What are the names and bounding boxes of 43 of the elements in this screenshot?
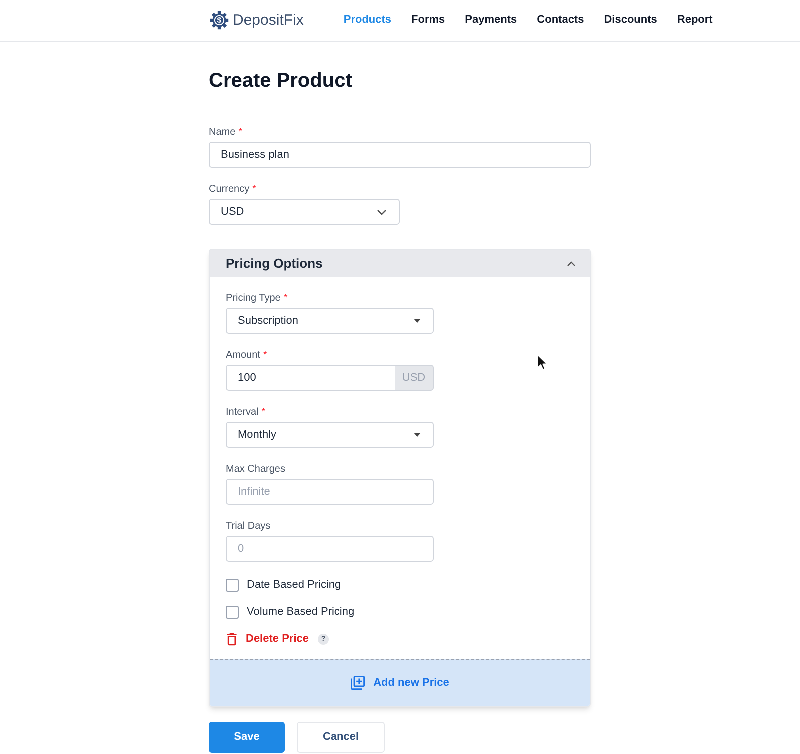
nav-link[interactable]: Forms	[412, 15, 446, 26]
nav-link[interactable]: Report	[677, 15, 713, 26]
logo-text: DepositFix	[233, 13, 304, 28]
text-input[interactable]: 0	[226, 536, 434, 562]
caret-down-icon	[414, 319, 421, 323]
caret-down-icon	[414, 433, 421, 437]
cancel-button[interactable]: Cancel	[297, 722, 385, 753]
field-label: Interval	[226, 407, 259, 419]
card-title: Pricing Options	[226, 257, 323, 270]
add-copy-icon	[350, 676, 365, 690]
text-input[interactable]: Business plan	[209, 142, 591, 168]
text-input[interactable]: Infinite	[226, 479, 434, 505]
trash-icon	[226, 633, 238, 646]
checkbox-label: Volume Based Pricing	[247, 607, 355, 618]
mouse-pointer-icon	[537, 354, 548, 371]
required-mark: *	[262, 407, 266, 419]
select-field[interactable]: USD	[209, 199, 400, 225]
required-mark: *	[252, 184, 256, 196]
page-title: Create Product	[209, 71, 354, 91]
nav-link[interactable]: Payments	[465, 15, 518, 26]
required-mark: *	[284, 293, 288, 305]
required-mark: *	[238, 127, 243, 139]
nav-link[interactable]: Contacts	[537, 15, 584, 26]
field-label: Max Charges	[226, 464, 286, 476]
checkbox[interactable]	[226, 606, 239, 619]
required-mark: *	[263, 350, 268, 362]
field-label: Name	[209, 127, 236, 139]
select-field[interactable]: Monthly	[226, 422, 434, 448]
nav-link[interactable]: Discounts	[604, 15, 658, 26]
select-field[interactable]: Subscription	[226, 308, 434, 334]
field-label: Amount	[226, 350, 260, 362]
delete-price-button[interactable]: Delete Price	[226, 633, 309, 646]
field-label: Currency	[209, 184, 250, 196]
save-button[interactable]: Save	[209, 722, 285, 753]
checkbox[interactable]	[226, 579, 239, 592]
logo-badge: $	[210, 11, 229, 30]
chevron-up-icon[interactable]	[567, 260, 576, 266]
field-label: Trial Days	[226, 521, 271, 533]
field-label: Pricing Type	[226, 293, 281, 305]
nav-link[interactable]: Products	[344, 15, 392, 26]
checkbox-label: Date Based Pricing	[247, 580, 342, 591]
chevron-down-icon	[377, 208, 387, 216]
add-price-button[interactable]: Add new Price	[210, 659, 590, 706]
